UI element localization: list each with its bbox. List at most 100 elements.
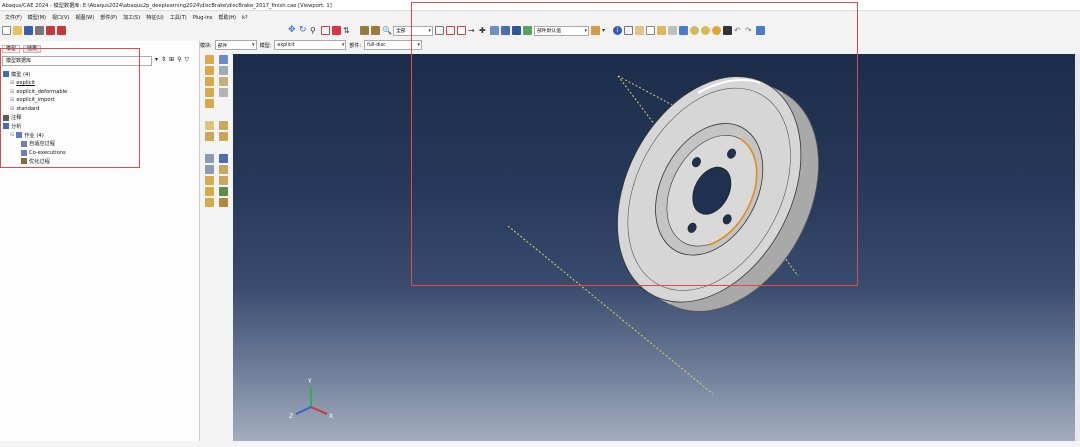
expand-icon[interactable]: ⊞	[169, 56, 174, 63]
tools-icon[interactable]	[657, 26, 666, 35]
viewport[interactable]: Y X Z	[233, 54, 1080, 441]
menu-shape[interactable]: 加工(S)	[120, 14, 143, 21]
menu-model[interactable]: 模型(M)	[25, 14, 49, 21]
shell-icon[interactable]	[205, 77, 214, 86]
tree-item-optimization[interactable]: 优化过程	[3, 157, 193, 166]
undo-icon[interactable]: ↶	[734, 26, 743, 35]
menu-viewport[interactable]: 视口(V)	[49, 14, 72, 21]
magnify-icon[interactable]: ⚲	[310, 26, 319, 35]
rotate-icon[interactable]: ↻	[299, 26, 308, 35]
repair-icon[interactable]	[205, 187, 214, 196]
datum-axis-icon[interactable]	[219, 121, 228, 130]
tree-item-explicit[interactable]: ⊞ explicit	[3, 79, 193, 88]
model-select[interactable]: explicit ▾	[274, 40, 347, 50]
tree-item-jobs[interactable]: ⊟ 作业 (4)	[3, 131, 193, 140]
redo-icon[interactable]: ↷	[745, 26, 754, 35]
tab-results[interactable]: 结果	[23, 45, 42, 53]
sweep-icon[interactable]	[219, 77, 228, 86]
save-icon[interactable]	[24, 26, 33, 35]
wireframe-render-icon[interactable]	[512, 26, 521, 35]
flag-icon[interactable]	[723, 26, 732, 35]
eye-half-icon[interactable]	[701, 26, 710, 35]
round-icon[interactable]	[205, 99, 214, 108]
pan-icon[interactable]: ✥	[288, 26, 297, 35]
create-part-icon[interactable]	[205, 55, 214, 64]
revolve-solid-icon[interactable]	[219, 66, 228, 75]
circle-icon[interactable]	[712, 26, 721, 35]
menu-feature[interactable]: 特征(U)	[143, 14, 167, 21]
viewport-layout-icon[interactable]	[360, 26, 369, 35]
tree-item-standard[interactable]: ⊞ standard	[3, 105, 193, 114]
feature-delete-icon[interactable]	[219, 165, 228, 174]
menu-help[interactable]: 帮助(H)	[215, 14, 239, 21]
tree-item-adaptivity[interactable]: 自适应过程	[3, 140, 193, 149]
tree-item-explicit-deformable[interactable]: ⊞ explicit_deformable	[3, 87, 193, 96]
datum-icon[interactable]	[624, 26, 633, 35]
selection-options-icon[interactable]	[457, 26, 466, 35]
suppress-icon[interactable]	[205, 176, 214, 185]
hidden-render-icon[interactable]	[501, 26, 510, 35]
tree-item-analysis[interactable]: 分析	[3, 122, 193, 131]
search-icon[interactable]: ⚲	[177, 56, 181, 63]
part-manager-icon[interactable]	[219, 55, 228, 64]
green-render-icon[interactable]	[523, 26, 532, 35]
resume-icon[interactable]	[219, 176, 228, 185]
coordinate-icon[interactable]	[219, 154, 228, 163]
filter-icon[interactable]: ▽	[184, 56, 189, 63]
table-icon[interactable]	[679, 26, 688, 35]
monitor-icon[interactable]	[668, 26, 677, 35]
fit-view-icon[interactable]	[332, 26, 341, 35]
upload-icon[interactable]	[46, 26, 55, 35]
tree-item-explicit-import[interactable]: ⊞ explicit_import	[3, 96, 193, 105]
query-tool-icon[interactable]	[205, 198, 214, 207]
model-canvas[interactable]: Y X Z	[233, 54, 1080, 441]
partition-face-icon[interactable]	[205, 132, 214, 141]
select-icon[interactable]	[435, 26, 444, 35]
partition-icon[interactable]	[635, 26, 644, 35]
virtual-topology-icon[interactable]	[219, 187, 228, 196]
menu-tools[interactable]: 工具(T)	[167, 14, 190, 21]
cut-icon[interactable]	[219, 88, 228, 97]
collapse-icon[interactable]: ⇕	[161, 56, 166, 63]
module-select[interactable]: 部件 ▾	[214, 40, 257, 50]
query-icon[interactable]: 🔍	[382, 26, 392, 35]
tree-filter-select[interactable]: 模型数据库	[2, 56, 152, 66]
datum-point-icon[interactable]	[205, 121, 214, 130]
part-select[interactable]: full-disc ▾	[364, 40, 423, 50]
feature-edit-icon[interactable]	[205, 165, 214, 174]
transform-icon[interactable]	[205, 154, 214, 163]
zoom-box-icon[interactable]	[321, 26, 330, 35]
expand-plus-icon[interactable]: ⊟	[10, 132, 14, 138]
print-icon[interactable]	[35, 26, 44, 35]
tree-item-annotations[interactable]: 注释	[3, 113, 193, 122]
toolset-icon[interactable]	[219, 198, 228, 207]
shaded-render-icon[interactable]	[490, 26, 499, 35]
info-icon[interactable]: i	[613, 26, 622, 35]
expand-plus-icon[interactable]: ⊞	[10, 106, 14, 112]
grid-icon[interactable]	[756, 26, 765, 35]
menu-view[interactable]: 视图(W)	[72, 14, 97, 21]
section-icon[interactable]	[371, 26, 380, 35]
expand-plus-icon[interactable]: ⊞	[10, 97, 14, 103]
tab-model[interactable]: 模型	[2, 45, 21, 53]
download-icon[interactable]	[57, 26, 66, 35]
partition-cell-icon[interactable]	[219, 132, 228, 141]
cycle-views-icon[interactable]: ⇅	[343, 26, 352, 35]
menu-file[interactable]: 文件(F)	[2, 14, 25, 21]
tree-item-models[interactable]: 模型 (4)	[3, 70, 193, 79]
extrude-solid-icon[interactable]	[205, 66, 214, 75]
tree-item-co-executions[interactable]: Co-executions	[3, 148, 193, 157]
expand-plus-icon[interactable]: ⊞	[10, 80, 14, 86]
color-code-icon[interactable]	[591, 26, 600, 35]
new-file-icon[interactable]	[2, 26, 11, 35]
box-select-icon[interactable]	[446, 26, 455, 35]
scrollbar[interactable]	[1075, 54, 1080, 441]
menu-plugins[interactable]: Plug-ins	[190, 15, 216, 21]
wire-icon[interactable]	[205, 88, 214, 97]
menu-part[interactable]: 部件(P)	[97, 14, 120, 21]
view-select[interactable]: 全部 ▾	[393, 25, 433, 36]
eye-icon[interactable]	[690, 26, 699, 35]
open-folder-icon[interactable]	[13, 26, 22, 35]
notes-icon[interactable]	[646, 26, 655, 35]
color-dropdown-icon[interactable]: ▾	[602, 26, 611, 35]
